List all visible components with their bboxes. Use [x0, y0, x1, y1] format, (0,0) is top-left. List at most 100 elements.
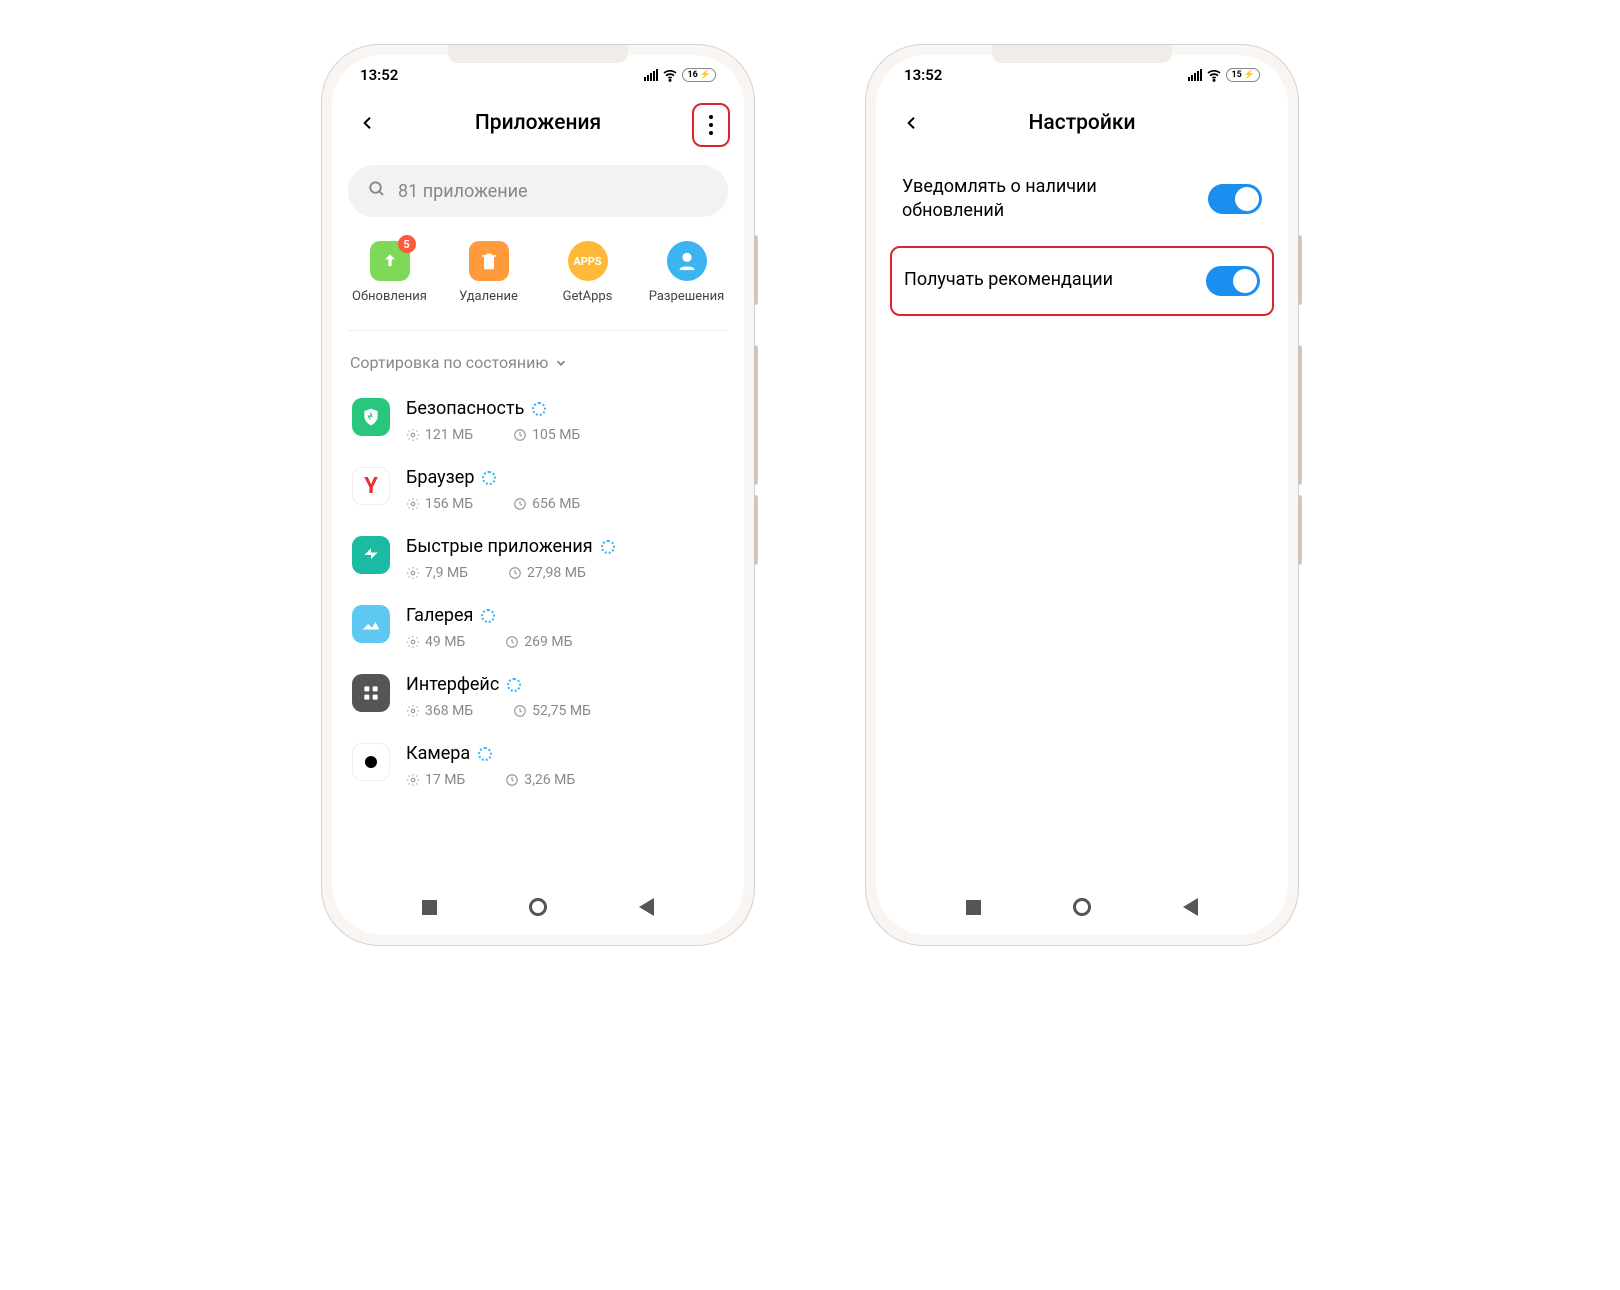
loading-icon: [481, 609, 495, 623]
page-title: Приложения: [332, 111, 744, 135]
app-row[interactable]: Галерея49 МБ269 МБ: [348, 593, 728, 662]
app-name: Интерфейс: [406, 674, 499, 695]
loading-icon: [532, 402, 546, 416]
toggle-switch[interactable]: [1208, 184, 1262, 214]
toggle-switch[interactable]: [1206, 266, 1260, 296]
setting-row-notify-updates[interactable]: Уведомлять о наличии обновлений: [876, 155, 1288, 244]
status-bar: 13:52 16⚡: [332, 55, 744, 95]
app-storage-size: 121 МБ: [406, 427, 473, 443]
storage-icon: [406, 704, 420, 718]
phone-frame-left: 13:52 16⚡ Приложения: [321, 44, 755, 946]
update-badge: 5: [398, 235, 416, 253]
app-storage-size: 368 МБ: [406, 703, 473, 719]
app-row[interactable]: Интерфейс 368 МБ 52,75 МБ: [348, 662, 728, 731]
permissions-icon: [667, 241, 707, 281]
app-storage-size: 156 МБ: [406, 496, 473, 512]
phone-side-button: [1298, 235, 1302, 305]
search-icon: [368, 180, 386, 203]
nav-bar: [876, 879, 1288, 935]
app-data-size: 3,26 МБ: [505, 772, 575, 788]
app-storage-size: 49 МБ: [406, 634, 465, 650]
app-storage-size: 17 МБ: [406, 772, 465, 788]
loading-icon: [601, 540, 615, 554]
clock-icon: [513, 497, 527, 511]
clock-icon: [505, 773, 519, 787]
charging-icon: ⚡: [1244, 70, 1255, 80]
phone-side-button: [1298, 345, 1302, 485]
charging-icon: ⚡: [700, 70, 711, 80]
more-vertical-icon: [709, 115, 713, 135]
quick-action-uninstall[interactable]: Удаление: [443, 241, 535, 304]
nav-back-button[interactable]: [639, 898, 654, 916]
quick-action-getapps[interactable]: APPS GetApps: [542, 241, 634, 304]
loading-icon: [478, 747, 492, 761]
app-data-size: 269 МБ: [505, 634, 572, 650]
app-data-size: 656 МБ: [513, 496, 580, 512]
nav-recent-button[interactable]: [422, 900, 437, 915]
app-icon: [352, 605, 390, 643]
phone-frame-right: 13:52 15⚡ Настройки Уведомлять о наличии…: [865, 44, 1299, 946]
app-icon: Y: [352, 467, 390, 505]
status-bar: 13:52 15⚡: [876, 55, 1288, 95]
sort-dropdown[interactable]: Сортировка по состоянию: [332, 339, 744, 386]
app-name: Браузер: [406, 467, 474, 488]
status-icons: 16⚡: [644, 67, 716, 83]
app-name: Безопасность: [406, 398, 524, 419]
chevron-down-icon: [554, 356, 568, 370]
wifi-icon: [1206, 67, 1222, 83]
app-storage-size: 7,9 МБ: [406, 565, 468, 581]
wifi-icon: [662, 67, 678, 83]
app-row[interactable]: Безопасность 121 МБ 105 МБ: [348, 386, 728, 455]
app-icon: [352, 743, 390, 781]
nav-home-button[interactable]: [1073, 898, 1091, 916]
storage-icon: [406, 773, 420, 787]
storage-icon: [406, 566, 420, 580]
nav-home-button[interactable]: [529, 898, 547, 916]
quick-action-permissions[interactable]: Разрешения: [641, 241, 733, 304]
more-menu-button[interactable]: [692, 103, 730, 147]
header: Приложения: [332, 95, 744, 151]
loading-icon: [507, 678, 521, 692]
signal-icon: [1188, 69, 1202, 81]
clock-icon: [513, 704, 527, 718]
setting-row-recommendations-highlighted[interactable]: Получать рекомендации: [890, 246, 1274, 316]
phone-side-button: [754, 345, 758, 485]
search-placeholder: 81 приложение: [398, 181, 528, 202]
battery-indicator: 16⚡: [682, 68, 716, 82]
status-icons: 15⚡: [1188, 67, 1260, 83]
nav-back-button[interactable]: [1183, 898, 1198, 916]
back-button[interactable]: [894, 105, 930, 141]
app-data-size: 52,75 МБ: [513, 703, 591, 719]
app-icon: [352, 674, 390, 712]
app-icon: [352, 398, 390, 436]
back-button[interactable]: [350, 105, 386, 141]
search-input[interactable]: 81 приложение: [348, 165, 728, 217]
storage-icon: [406, 497, 420, 511]
trash-icon: [469, 241, 509, 281]
app-list: Безопасность 121 МБ 105 МБ Y Браузер 156 МБ 65…: [332, 386, 744, 879]
header: Настройки: [876, 95, 1288, 151]
clock-icon: [513, 428, 527, 442]
loading-icon: [482, 471, 496, 485]
app-row[interactable]: Быстрые приложения7,9 МБ27,98 МБ: [348, 524, 728, 593]
phone-side-button: [1298, 495, 1302, 565]
update-icon: 5: [370, 241, 410, 281]
settings-list: Уведомлять о наличии обновлений Получать…: [876, 151, 1288, 322]
getapps-icon: APPS: [568, 241, 608, 281]
nav-recent-button[interactable]: [966, 900, 981, 915]
app-name: Камера: [406, 743, 470, 764]
clock-icon: [505, 635, 519, 649]
quick-action-updates[interactable]: 5 Обновления: [344, 241, 436, 304]
quick-actions-row: 5 Обновления Удаление APPS GetApps Разре…: [332, 217, 744, 322]
phone-side-button: [754, 235, 758, 305]
screen-settings: 13:52 15⚡ Настройки Уведомлять о наличии…: [876, 55, 1288, 935]
storage-icon: [406, 635, 420, 649]
app-row[interactable]: Камера 17 МБ 3,26 МБ: [348, 731, 728, 800]
app-icon: [352, 536, 390, 574]
status-time: 13:52: [360, 66, 398, 84]
battery-indicator: 15⚡: [1226, 68, 1260, 82]
app-row[interactable]: Y Браузер 156 МБ 656 МБ: [348, 455, 728, 524]
app-data-size: 105 МБ: [513, 427, 580, 443]
app-name: Быстрые приложения: [406, 536, 593, 557]
signal-icon: [644, 69, 658, 81]
